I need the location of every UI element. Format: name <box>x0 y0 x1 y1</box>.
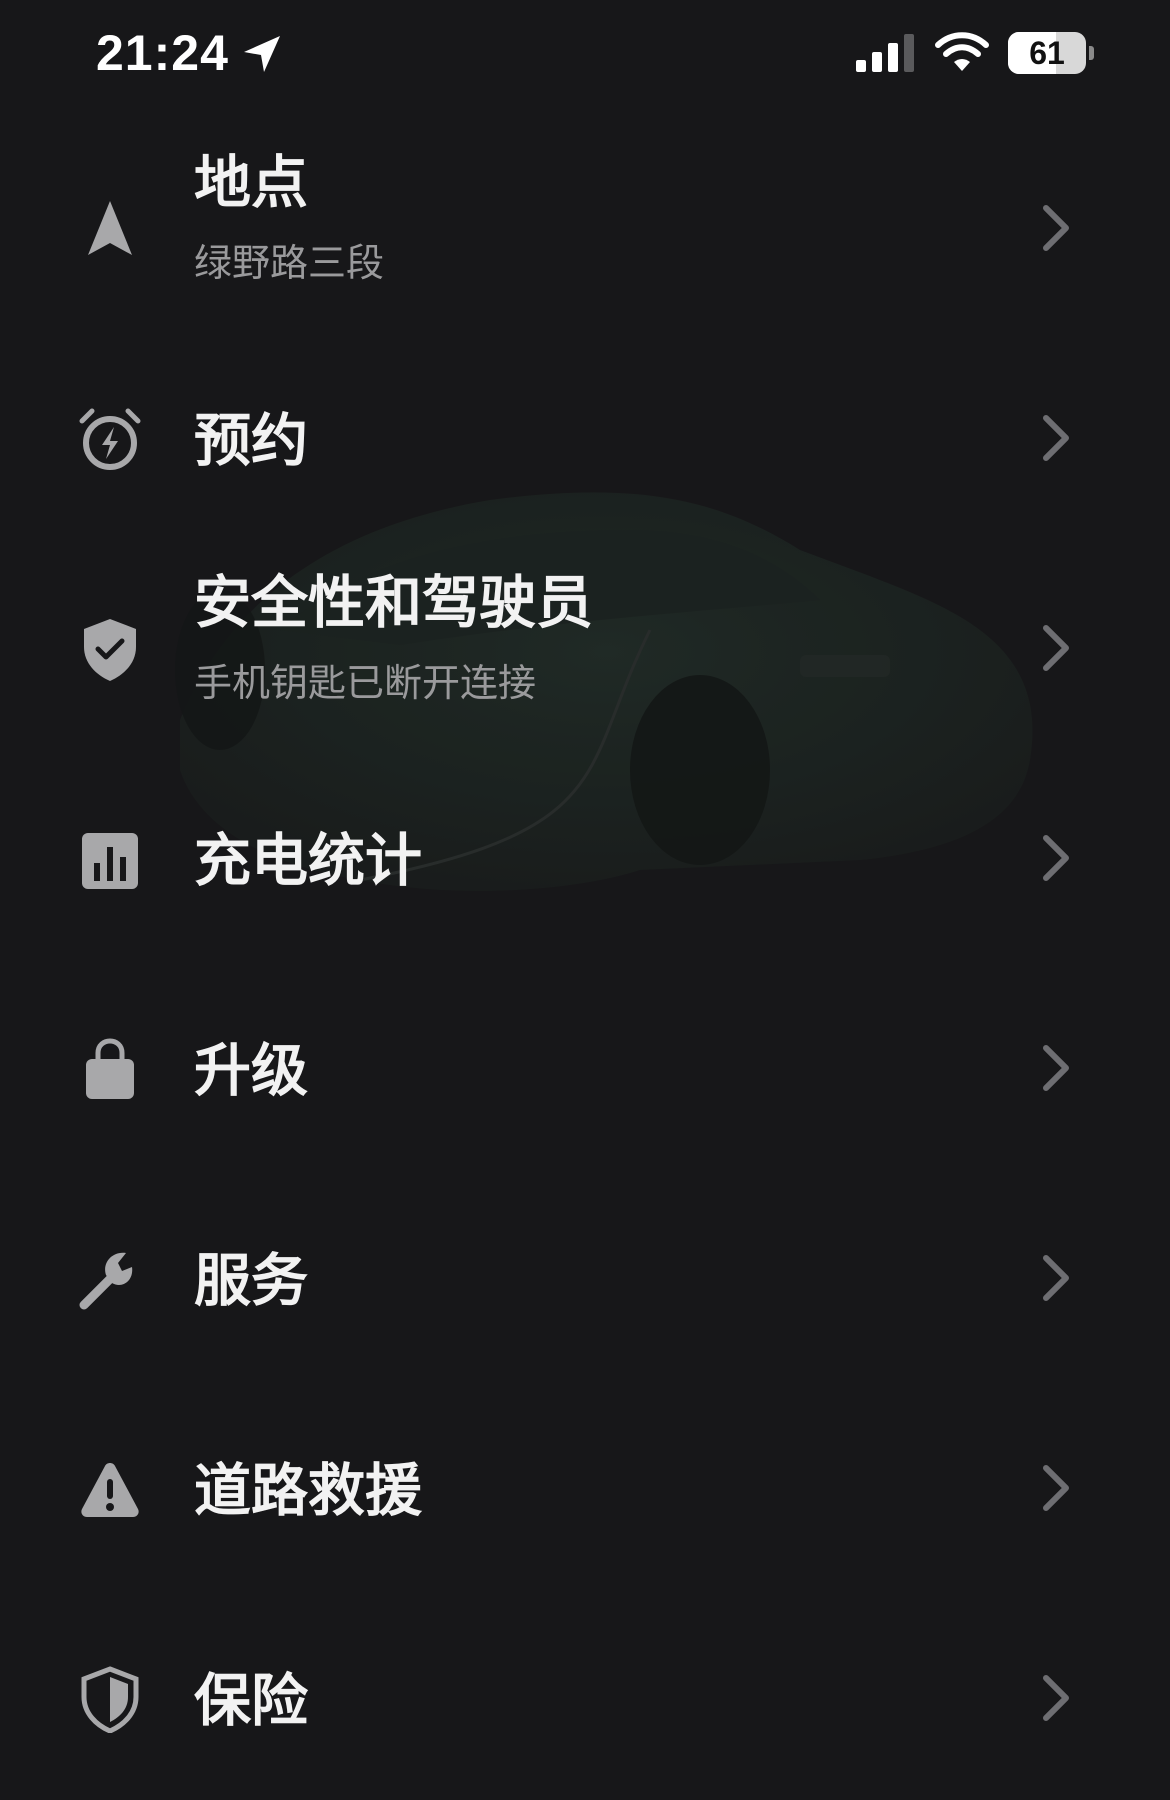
menu-item-title: 服务 <box>194 1248 308 1314</box>
menu-item-subtitle: 绿野路三段 <box>194 241 385 285</box>
menu-item-title: 保险 <box>194 1668 308 1734</box>
warning-triangle-icon <box>76 1455 144 1523</box>
location-arrow-icon <box>244 36 280 72</box>
menu-item-title: 充电统计 <box>194 828 422 894</box>
vehicle-menu-list: 地点 绿野路三段 预约 安全性和驾驶员 手机钥匙已断开连接 充电统计 升级 服务… <box>0 120 1170 1800</box>
cellular-signal-icon <box>856 34 914 72</box>
battery-indicator: 61 <box>1008 32 1086 74</box>
menu-item-title: 道路救援 <box>194 1458 422 1524</box>
status-bar: 21:24 61 <box>0 0 1170 110</box>
shield-check-icon <box>76 615 144 683</box>
menu-item-roadside[interactable]: 道路救援 <box>0 1380 1170 1590</box>
menu-item-subtitle: 手机钥匙已断开连接 <box>194 661 537 705</box>
shield-icon <box>76 1665 144 1734</box>
chevron-right-icon <box>1043 1255 1069 1301</box>
battery-percent: 61 <box>1029 35 1065 71</box>
menu-item-title: 升级 <box>194 1038 308 1104</box>
chevron-right-icon <box>1043 835 1069 881</box>
menu-item-charging-stats[interactable]: 充电统计 <box>0 750 1170 960</box>
chevron-right-icon <box>1043 1045 1069 1091</box>
menu-item-location[interactable]: 地点 绿野路三段 <box>0 120 1170 330</box>
chevron-right-icon <box>1043 625 1069 671</box>
wifi-icon <box>935 32 989 71</box>
shopping-bag-icon <box>76 1035 144 1103</box>
chevron-right-icon <box>1043 415 1069 461</box>
wrench-icon <box>76 1245 144 1313</box>
bar-chart-icon <box>76 825 144 893</box>
menu-item-title: 安全性和驾驶员 <box>194 570 593 636</box>
alarm-clock-bolt-icon <box>76 405 144 473</box>
menu-item-insurance[interactable]: 保险 <box>0 1590 1170 1800</box>
chevron-right-icon <box>1043 1675 1069 1721</box>
menu-item-safety[interactable]: 安全性和驾驶员 手机钥匙已断开连接 <box>0 540 1170 750</box>
menu-item-service[interactable]: 服务 <box>0 1170 1170 1380</box>
menu-item-title: 地点 <box>194 150 308 216</box>
menu-item-schedule[interactable]: 预约 <box>0 330 1170 540</box>
navigation-arrow-icon <box>76 195 144 263</box>
menu-item-title: 预约 <box>194 408 308 474</box>
battery-tip <box>1089 46 1094 60</box>
chevron-right-icon <box>1043 205 1069 251</box>
chevron-right-icon <box>1043 1465 1069 1511</box>
menu-item-upgrades[interactable]: 升级 <box>0 960 1170 1170</box>
status-time: 21:24 <box>96 25 229 81</box>
